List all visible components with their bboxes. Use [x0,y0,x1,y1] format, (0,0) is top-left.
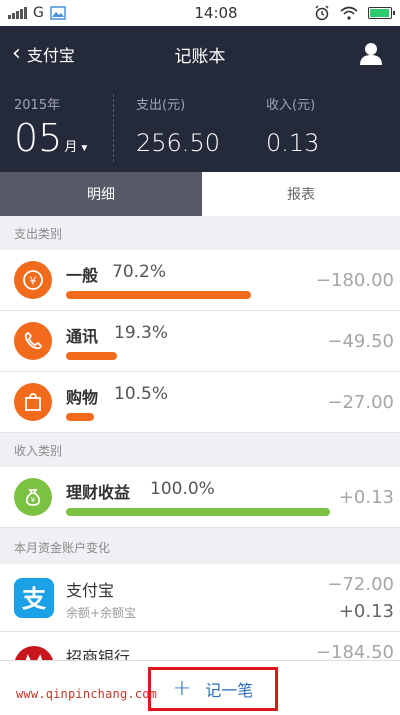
phone-icon [14,322,52,360]
summary-divider [113,94,114,162]
add-record-button[interactable]: + 记一笔 [148,667,278,711]
back-label: 支付宝 [26,46,75,65]
category-amount: −49.50 [327,331,394,352]
add-record-label: 记一笔 [205,681,254,700]
status-bar: G 14:08 [0,0,400,26]
income-summary: 收入(元) 0.13 [266,94,319,157]
category-share-bar [66,291,251,299]
shopping-bag-icon [14,383,52,421]
user-icon[interactable] [358,40,384,66]
month-suffix: 月 [64,140,78,155]
nav-bar: ‹ 支付宝 记账本 [0,26,400,82]
status-time: 14:08 [194,4,238,22]
expense-value: 256.50 [136,129,220,157]
category-percent: 100.0% [150,479,215,499]
account-amount-in: +0.13 [338,601,394,622]
income-value: 0.13 [266,129,320,157]
account-row-alipay[interactable]: 支 支付宝 余额+余额宝 −72.00 +0.13 [0,564,400,632]
expense-summary: 支出(元) 256.50 [136,94,220,157]
expense-row-general[interactable]: ¥ 一般 70.2% −180.00 [0,250,400,311]
category-amount: +0.13 [338,487,394,508]
category-amount: −27.00 [327,392,394,413]
expense-label: 支出(元) [136,98,186,113]
tab-report[interactable]: 报表 [202,172,400,216]
month-selector[interactable]: 05 月 ▼ [14,116,89,160]
expense-section-title: 支出类别 [0,216,400,250]
wifi-icon [340,6,358,20]
watermark-text: www.qinpinchang.com [16,687,158,701]
alipay-logo-icon: 支 [14,578,54,618]
category-percent: 10.5% [114,384,169,404]
income-label: 收入(元) [266,98,316,113]
category-percent: 70.2% [112,262,167,282]
year-label: 2015年 [14,98,61,113]
svg-text:支: 支 [22,585,47,613]
category-name: 一般 [66,266,99,285]
back-button[interactable]: ‹ 支付宝 [0,26,75,82]
bottom-bar: www.qinpinchang.com + 记一笔 [0,660,400,715]
svg-text:¥: ¥ [30,275,37,288]
expense-row-telecom[interactable]: 通讯 19.3% −49.50 [0,311,400,372]
network-type: G [33,5,44,21]
tab-details[interactable]: 明细 [0,172,202,216]
image-notification-icon [50,6,66,20]
category-amount: −180.00 [315,270,394,291]
account-amount-out: −72.00 [327,574,394,595]
expense-row-shopping[interactable]: 购物 10.5% −27.00 [0,372,400,433]
alarm-icon [315,5,329,21]
svg-text:¥: ¥ [31,496,36,504]
money-bag-icon: ¥ [14,478,52,516]
category-share-bar [66,413,94,421]
income-section-title: 收入类别 [0,433,400,467]
category-name: 购物 [66,388,99,407]
yen-icon: ¥ [14,261,52,299]
category-name: 通讯 [66,327,99,346]
category-name: 理财收益 [66,483,131,502]
category-percent: 19.3% [114,323,169,343]
account-subtitle: 余额+余额宝 [66,606,137,620]
plus-icon: + [172,676,192,701]
caret-down-icon: ▼ [79,143,90,154]
view-tabs: 明细 报表 [0,172,400,216]
category-share-bar [66,352,117,360]
chevron-left-icon: ‹ [12,41,21,66]
signal-icon [8,7,27,19]
account-section-title: 本月资金账户变化 [0,530,400,564]
account-name: 支付宝 [66,581,115,600]
income-row-investment[interactable]: ¥ 理财收益 100.0% +0.13 [0,467,400,528]
month-summary: 2015年 05 月 ▼ 支出(元) 256.50 收入(元) 0.13 [0,82,400,172]
category-share-bar [66,508,330,516]
battery-icon [368,7,395,19]
month-number: 05 [14,116,63,160]
